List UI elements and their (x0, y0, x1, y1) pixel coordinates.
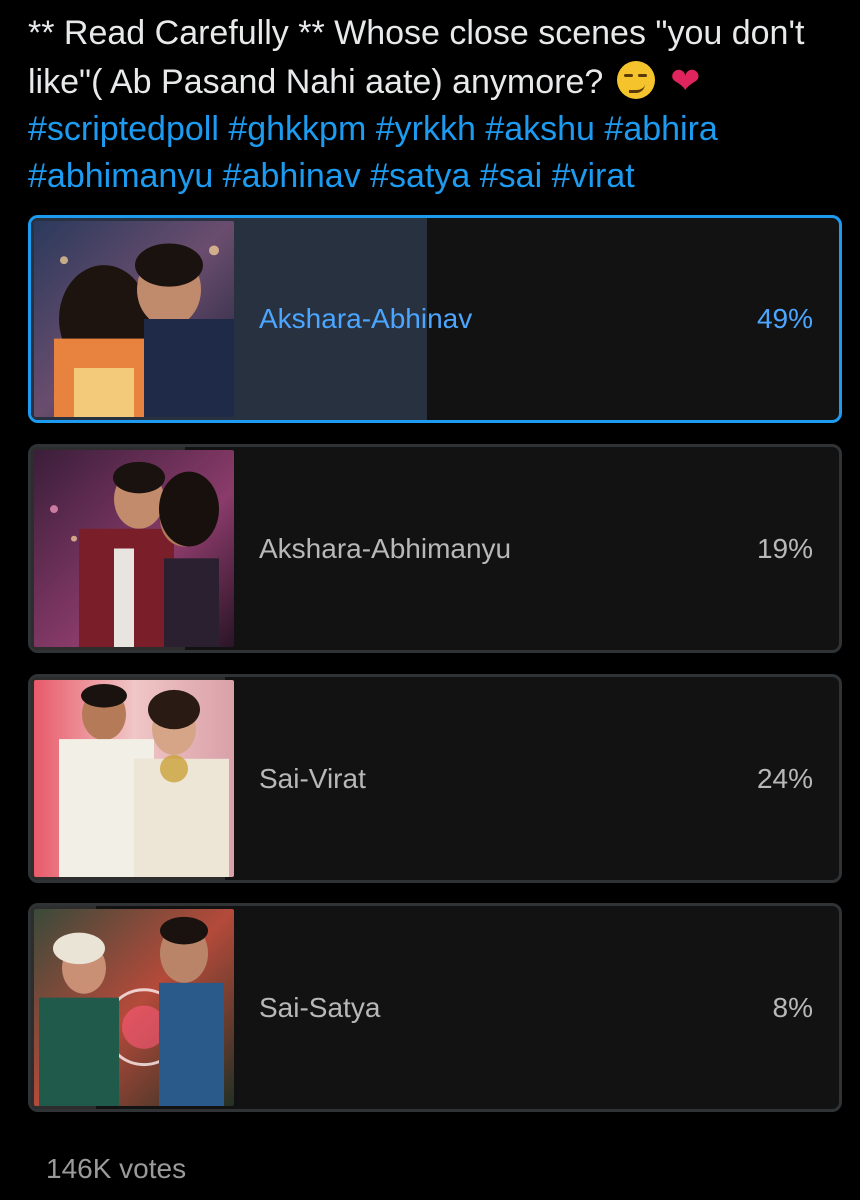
poll-option-label: Sai-Satya (259, 991, 381, 1023)
poll-tweet: ** Read Carefully ** Whose close scenes … (0, 0, 860, 1200)
red-heart-icon: ❤ (670, 60, 701, 101)
poll-option-percent: 19% (756, 532, 813, 564)
poll-option-2[interactable]: Akshara-Abhimanyu 19% (28, 444, 842, 653)
smirk-emoji-icon (616, 61, 655, 99)
option-thumbnail (34, 909, 234, 1106)
poll-question: ** Read Carefully ** Whose close scenes … (28, 10, 838, 200)
option-thumbnail (34, 680, 234, 877)
poll-option-label: Akshara-Abhimanyu (259, 532, 512, 564)
poll-option-label: Sai-Virat (259, 762, 366, 794)
poll-option-1[interactable]: Akshara-Abhinav 49% (28, 215, 842, 423)
hashtags[interactable]: #scriptedpoll #ghkkpm #yrkkh #akshu #abh… (28, 110, 718, 195)
poll-option-4[interactable]: Sai-Satya 8% (28, 903, 842, 1112)
poll-option-percent: 49% (756, 303, 813, 334)
poll-option-3[interactable]: Sai-Virat 24% (28, 674, 842, 883)
option-thumbnail (34, 450, 234, 647)
poll-option-percent: 24% (756, 762, 813, 794)
vote-count: 146K votes (46, 1153, 187, 1184)
poll-option-percent: 8% (772, 991, 813, 1023)
poll-option-label: Akshara-Abhinav (259, 303, 473, 334)
option-thumbnail (34, 221, 234, 417)
